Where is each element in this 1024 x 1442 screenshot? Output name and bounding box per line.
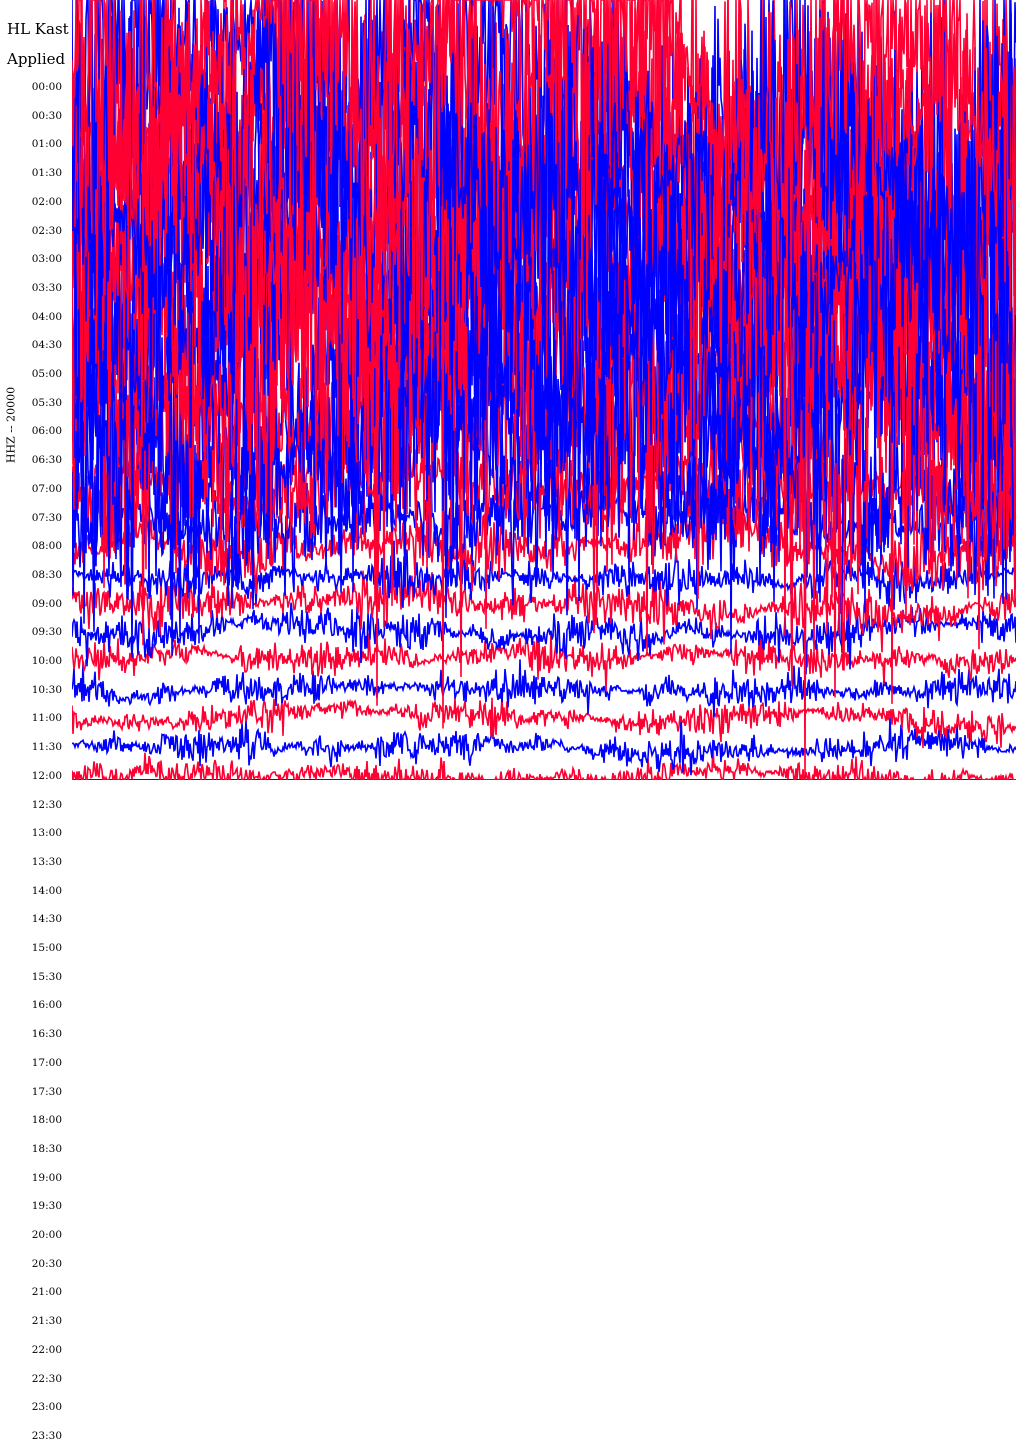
y-tick-label: 20:00	[31, 1229, 62, 1241]
y-tick-label: 08:00	[31, 540, 62, 553]
y-tick-label: 07:00	[31, 482, 62, 495]
y-tick-label: 11:30	[31, 741, 62, 754]
y-tick-label: 16:00	[31, 999, 62, 1012]
y-tick-label: 10:30	[31, 683, 62, 696]
y-tick-label: 22:00	[31, 1343, 62, 1356]
y-tick-label: 16:30	[31, 1028, 62, 1041]
y-tick-label: 12:30	[31, 798, 62, 811]
y-tick-label: 06:30	[31, 454, 62, 467]
y-tick-label: 05:00	[31, 368, 62, 380]
y-tick-label: 09:30	[31, 626, 62, 639]
y-tick-label: 04:30	[31, 339, 62, 352]
y-tick-label: 23:00	[31, 1401, 62, 1414]
y-tick-label: 03:30	[31, 281, 62, 294]
y-tick-label: 15:00	[31, 942, 62, 954]
y-tick-label: 14:30	[31, 913, 62, 926]
y-tick-label: 08:30	[31, 568, 62, 581]
y-tick-label: 14:00	[31, 884, 62, 897]
y-tick-label: 04:00	[31, 310, 62, 323]
y-tick-label: 00:00	[31, 81, 62, 93]
y-tick-label: 19:30	[31, 1200, 62, 1213]
y-tick-label: 18:30	[31, 1142, 62, 1155]
channel-label: HHZ -- 20000	[4, 386, 18, 464]
y-tick-label: 07:30	[31, 511, 62, 524]
y-tick-label: 13:30	[31, 855, 62, 868]
y-tick-label: 18:00	[31, 1114, 62, 1127]
y-tick-label: 01:00	[31, 138, 62, 151]
y-tick-label: 13:00	[31, 827, 62, 840]
y-tick-label: 21:30	[31, 1315, 62, 1328]
y-tick-label: 06:00	[31, 425, 62, 438]
y-tick-label: 09:00	[31, 597, 62, 610]
y-tick-label: 21:00	[31, 1286, 62, 1299]
y-tick-label: 10:00	[31, 655, 62, 667]
y-tick-label: 19:00	[31, 1171, 62, 1184]
y-tick-label: 00:30	[31, 109, 62, 122]
y-tick-label: 03:00	[31, 253, 62, 266]
seismogram-plot	[72, 0, 1016, 780]
y-tick-label: 20:30	[31, 1257, 62, 1270]
y-tick-label: 17:30	[31, 1085, 62, 1098]
y-tick-label: 15:30	[31, 970, 62, 983]
y-tick-label: 23:30	[31, 1429, 62, 1442]
y-tick-label: 17:00	[31, 1056, 62, 1069]
y-tick-label: 22:30	[31, 1372, 62, 1385]
y-tick-label: 01:30	[31, 167, 62, 180]
y-tick-label: 02:00	[31, 195, 62, 208]
y-tick-label: 11:00	[31, 712, 62, 725]
y-tick-label: 05:30	[31, 396, 62, 409]
y-tick-label: 02:30	[31, 224, 62, 237]
seismic-trace	[72, 697, 1016, 749]
